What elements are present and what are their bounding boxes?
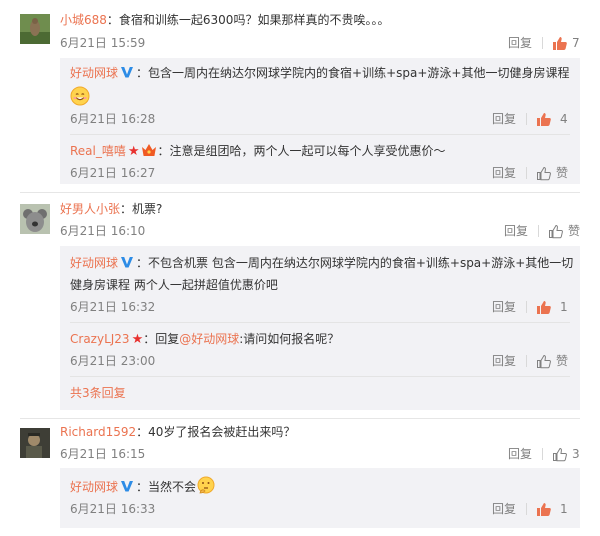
reply-username[interactable]: Real_嘻嘻 <box>70 144 126 158</box>
divider <box>70 322 570 323</box>
comment-time: 6月21日 15:59 <box>60 36 146 50</box>
reply-username[interactable]: 好动网球 <box>70 256 118 270</box>
avatar[interactable] <box>20 14 50 44</box>
comment-text: ：机票? <box>120 202 163 216</box>
divider <box>526 167 527 179</box>
verified-icon <box>121 481 134 492</box>
thumbs-up-icon[interactable] <box>536 299 552 315</box>
reply-time: 6月21日 16:28 <box>70 112 156 126</box>
divider <box>526 301 527 313</box>
reply-list: 好动网球 ：当然不会 6月21日 16:33 回复 1 <box>60 468 580 528</box>
reply-text: ：不包含机票 包含一周内在纳达尔网球学院内的食宿+训练+spa+游泳+其他一切 <box>136 256 574 270</box>
like-count: 1 <box>560 502 568 516</box>
divider <box>526 503 527 515</box>
divider <box>542 37 543 49</box>
divider <box>526 355 527 367</box>
red-star-icon: ★ <box>131 332 144 347</box>
avatar[interactable] <box>20 428 50 458</box>
divider <box>20 192 580 193</box>
comment-time: 6月21日 16:15 <box>60 447 146 461</box>
crown-icon <box>141 144 156 156</box>
reply-text: ：注意是组团哈，两个人一起可以每个人享受优惠价～ <box>157 144 446 158</box>
reply-time: 6月21日 16:33 <box>70 502 156 516</box>
divider <box>70 376 570 377</box>
thumbs-up-outline-icon[interactable] <box>536 165 552 181</box>
like-count: 3 <box>572 447 580 461</box>
reply-text-prefix: ：回复 <box>143 332 180 346</box>
comment-username[interactable]: 好男人小张 <box>60 202 120 216</box>
comment-text: ：40岁了报名会被赶出来吗？ <box>136 425 296 439</box>
reply-button[interactable]: 回复 <box>492 352 516 370</box>
thumbs-up-icon[interactable] <box>552 35 568 51</box>
divider <box>20 418 580 419</box>
reply-text-continued: 健身房课程 两个人一起拼超值优惠价吧 <box>70 278 278 292</box>
avatar-image <box>20 428 50 458</box>
reply-time: 6月21日 16:27 <box>70 166 156 180</box>
like-label[interactable]: 赞 <box>556 164 568 182</box>
divider <box>70 134 570 135</box>
divider <box>542 448 543 460</box>
like-label[interactable]: 赞 <box>556 352 568 370</box>
red-star-icon: ★ <box>127 144 140 159</box>
comment-username[interactable]: 小城688 <box>60 13 107 27</box>
reply-username[interactable]: 好动网球 <box>70 66 118 80</box>
reply-list: 好动网球 ：不包含机票 包含一周内在纳达尔网球学院内的食宿+训练+spa+游泳+其… <box>60 246 580 410</box>
comment-time: 6月21日 16:10 <box>60 224 146 238</box>
reply-time: 6月21日 23:00 <box>70 354 156 368</box>
comment-text: ：食宿和训练一起6300吗？如果那样真的不贵唉。。。 <box>106 13 390 27</box>
divider <box>538 225 539 237</box>
reply-text: ：包含一周内在纳达尔网球学院内的食宿+训练+spa+游泳+其他一切健身房课程 <box>136 66 570 80</box>
reply-list: 好动网球 ：包含一周内在纳达尔网球学院内的食宿+训练+spa+游泳+其他一切健身房… <box>60 58 580 184</box>
thumbs-up-outline-icon[interactable] <box>548 223 564 239</box>
reply-time: 6月21日 16:32 <box>70 300 156 314</box>
avatar-image <box>20 14 50 44</box>
divider <box>526 113 527 125</box>
thumbs-up-outline-icon[interactable] <box>536 353 552 369</box>
smile-emoji-icon <box>70 86 90 106</box>
reply-button[interactable]: 回复 <box>492 110 516 128</box>
view-more-replies-link[interactable]: 共3条回复 <box>70 384 126 402</box>
reply-button[interactable]: 回复 <box>492 164 516 182</box>
like-label[interactable]: 赞 <box>568 222 580 240</box>
reply-username[interactable]: 好动网球 <box>70 480 118 494</box>
thumbs-up-icon[interactable] <box>536 501 552 517</box>
reply-button[interactable]: 回复 <box>492 298 516 316</box>
reply-text: ：当然不会 <box>136 480 197 494</box>
like-count: 7 <box>572 36 580 50</box>
thinking-emoji-icon <box>197 476 215 494</box>
thumbs-up-outline-icon[interactable] <box>552 446 568 462</box>
reply-button[interactable]: 回复 <box>508 445 532 463</box>
reply-button[interactable]: 回复 <box>504 222 528 240</box>
thumbs-up-icon[interactable] <box>536 111 552 127</box>
verified-icon <box>121 257 134 268</box>
reply-text: :请问如何报名呢？ <box>239 332 340 346</box>
reply-username[interactable]: CrazyLJ23 <box>70 332 130 346</box>
comment-username[interactable]: Richard1592 <box>60 425 136 439</box>
reply-button[interactable]: 回复 <box>492 500 516 518</box>
like-count: 1 <box>560 300 568 314</box>
like-count: 4 <box>560 112 568 126</box>
verified-icon <box>121 67 134 78</box>
avatar[interactable] <box>20 204 50 234</box>
mention-link[interactable]: @好动网球 <box>179 332 239 346</box>
avatar-image <box>20 204 50 234</box>
reply-button[interactable]: 回复 <box>508 34 532 52</box>
